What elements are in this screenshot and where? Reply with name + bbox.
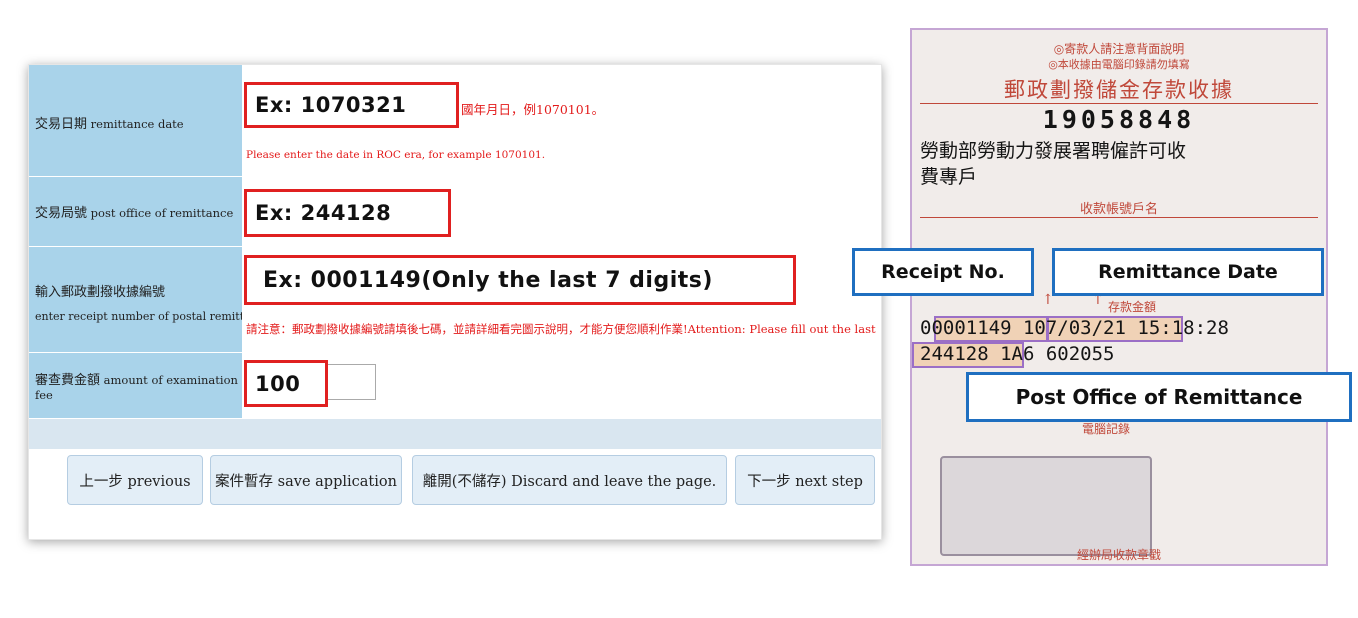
receipt-time-value: 15:18:28 — [1137, 317, 1229, 339]
button-row: 上一步 previous 案件暫存 save application 離開(不儲… — [29, 449, 881, 539]
previous-button[interactable]: 上一步 previous — [67, 455, 203, 505]
receipt-office-rest: 1A6 602055 — [1000, 343, 1115, 365]
receipt-notice-2: ◎本收據由電腦印錄請勿填寫 — [1048, 58, 1190, 71]
save-application-button[interactable]: 案件暫存 save application — [210, 455, 402, 505]
receipt-account-number: 19058848 — [1042, 105, 1196, 134]
post-office-label: 交易局號 post office of remittance — [29, 177, 242, 247]
post-office-label-zh: 交易局號 — [35, 206, 88, 221]
callout-receipt-no: Receipt No. — [852, 248, 1034, 296]
exam-fee-input[interactable]: 100 — [244, 360, 328, 407]
receipt-printed-line1: 00001149 107/03/21 15:18:28 — [920, 317, 1229, 339]
receipt-number-cell: Ex: 0001149(Only the last 7 digits) 請注意：… — [242, 247, 881, 354]
receipt-number-label: 輸入郵政劃撥收據編號 enter receipt number of posta… — [29, 247, 271, 353]
post-office-input[interactable]: Ex: 244128 — [244, 189, 451, 237]
receipt-title: 郵政劃撥儲金存款收據 — [1004, 78, 1234, 102]
remittance-date-input[interactable]: Ex: 1070321 — [244, 82, 459, 128]
remittance-date-label: 交易日期 remittance date — [29, 69, 242, 177]
post-office-cell: Ex: 244128 — [242, 177, 881, 248]
next-step-button[interactable]: 下一步 next step — [735, 455, 875, 505]
receipt-stamp-label: 經辦局收款章戳 — [1076, 548, 1161, 562]
receipt-number-attention-note: 請注意：郵政劃撥收據編號請填後七碼，並請詳細看完圖示說明，才能方便您順利作業!A… — [246, 322, 876, 336]
receipt-mid-rule — [920, 217, 1318, 218]
postal-receipt-photo: ◎寄款人請注意背面說明 ◎本收據由電腦印錄請勿填寫 郵政劃撥儲金存款收據 190… — [910, 28, 1328, 566]
receipt-number-label-en: enter receipt number of postal remittanc… — [35, 309, 271, 323]
exam-fee-label-zh: 審查費金額 — [35, 373, 101, 388]
remittance-date-label-zh: 交易日期 — [35, 117, 88, 132]
receipt-printed-line2: 244128 1A6 602055 — [920, 343, 1114, 365]
post-office-stamp — [940, 456, 1152, 556]
remittance-form-panel: 交易日期 remittance date Ex: 1070321 國年月日，例1… — [28, 64, 882, 540]
receipt-date-value: 107/03/21 — [1022, 317, 1126, 339]
exam-fee-label: 審查費金額 amount of examination fee — [29, 353, 242, 419]
exam-fee-cell: 100 — [242, 353, 881, 420]
form-divider-bar — [29, 419, 881, 449]
receipt-title-rule — [920, 103, 1318, 104]
remittance-date-cell: Ex: 1070321 國年月日，例1070101。 Please enter … — [242, 69, 881, 178]
callout-post-office: Post Office of Remittance — [966, 372, 1352, 422]
remittance-date-format-hint: 國年月日，例1070101。 — [461, 102, 605, 117]
receipt-number-label-zh: 輸入郵政劃撥收據編號 — [35, 284, 166, 300]
receipt-footer-label: 電腦記錄 — [1082, 422, 1131, 436]
exam-fee-text-field[interactable] — [322, 364, 376, 400]
callout-remittance-date: Remittance Date — [1052, 248, 1324, 296]
receipt-account-name-line2: 費專戶 — [920, 166, 978, 188]
receipt-no-prefix: 0 — [920, 317, 932, 339]
receipt-no-value: 0001149 — [931, 317, 1012, 339]
receipt-office-value: 244128 — [920, 343, 989, 365]
receipt-amount-label: 存款金額 — [1108, 300, 1157, 314]
remittance-date-roc-note: Please enter the date in ROC era, for ex… — [246, 149, 546, 161]
receipt-account-name-label: 收款帳號戶名 — [1079, 202, 1158, 217]
receipt-notice-1: ◎寄款人請注意背面說明 — [1053, 42, 1185, 56]
post-office-label-en: post office of remittance — [90, 206, 234, 220]
receipt-account-name-line1: 勞動部勞動力發展署聘僱許可收 — [920, 140, 1187, 162]
discard-leave-button[interactable]: 離開(不儲存) Discard and leave the page. — [412, 455, 727, 505]
receipt-number-input[interactable]: Ex: 0001149(Only the last 7 digits) — [244, 255, 796, 305]
remittance-date-label-en: remittance date — [90, 117, 184, 131]
